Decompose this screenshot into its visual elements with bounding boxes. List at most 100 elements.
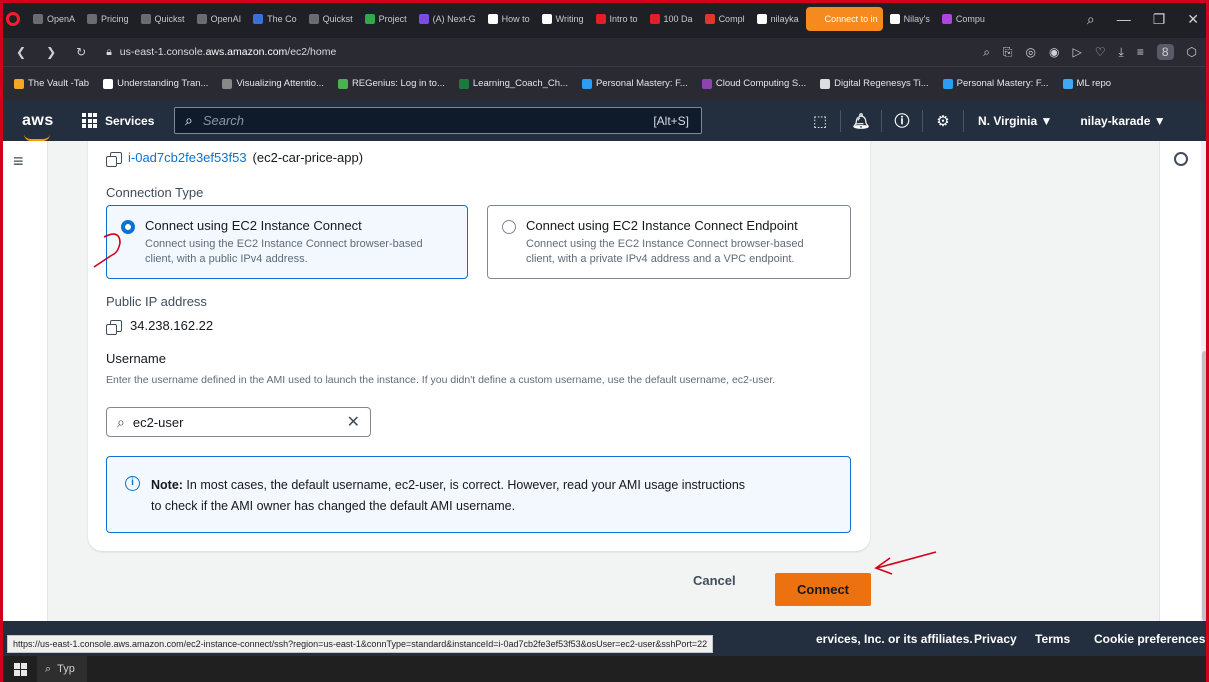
back-icon[interactable]: ❮ bbox=[16, 45, 26, 59]
browser-tab[interactable]: Pricing bbox=[82, 7, 134, 31]
copy-ip-icon[interactable] bbox=[106, 319, 122, 335]
player-icon[interactable]: ▷ bbox=[1073, 45, 1082, 59]
heart-icon[interactable]: ♡ bbox=[1095, 45, 1106, 59]
aws-logo[interactable]: aws bbox=[22, 112, 62, 141]
aws-search-input[interactable]: ⌕ Search [Alt+S] bbox=[174, 107, 702, 134]
taskbar-search[interactable]: ⌕ Typ bbox=[37, 656, 87, 682]
url-field[interactable]: 🔒︎ us-east-1.console.aws.amazon.com/ec2/… bbox=[106, 46, 336, 59]
browser-tab[interactable]: (A) Next-G bbox=[414, 7, 481, 31]
bookmark-item[interactable]: The Vault -Tab bbox=[14, 78, 89, 89]
browser-tab[interactable]: Quickst bbox=[136, 7, 190, 31]
close-window-icon[interactable]: ✕ bbox=[1187, 11, 1199, 28]
browser-tab[interactable]: How to bbox=[483, 7, 535, 31]
browser-tab[interactable]: Nilay's bbox=[885, 7, 935, 31]
url-domain: aws.amazon.com bbox=[205, 46, 288, 58]
tab-favicon-icon bbox=[253, 14, 264, 24]
browser-tab[interactable]: Compu bbox=[937, 7, 990, 31]
download-icon[interactable]: ⤓ bbox=[1119, 45, 1124, 60]
restore-icon[interactable]: ❐ bbox=[1153, 11, 1166, 28]
bookmark-item[interactable]: Visualizing Attentio... bbox=[222, 78, 324, 89]
help-icon[interactable]: ⓘ bbox=[882, 110, 922, 131]
forward-icon[interactable]: ❯ bbox=[46, 45, 56, 59]
console-content: ≡ i-0ad7cb2fe3ef53f53 (ec2-car-price-app… bbox=[0, 141, 1209, 631]
page-scrollbar[interactable] bbox=[1201, 141, 1209, 631]
bookmark-favicon-icon bbox=[222, 78, 233, 89]
bookmark-item[interactable]: Understanding Tran... bbox=[103, 78, 208, 89]
option-title: Connect using EC2 Instance Connect Endpo… bbox=[526, 218, 798, 233]
bookmark-item[interactable]: Personal Mastery: F... bbox=[942, 78, 1049, 89]
tab-favicon-icon bbox=[308, 14, 319, 24]
zoom-icon[interactable]: ⌕ bbox=[983, 45, 990, 60]
tab-label: OpenA bbox=[47, 14, 76, 24]
info-panel-icon[interactable] bbox=[1174, 152, 1188, 166]
bookmark-label: Cloud Computing S... bbox=[715, 78, 807, 89]
camera-icon[interactable]: ◎ bbox=[1026, 45, 1036, 59]
connect-button[interactable]: Connect bbox=[775, 573, 871, 606]
browser-tab-strip: OpenA Pricing Quickst OpenAI The Co Quickst Pr… bbox=[0, 0, 1209, 38]
scrollbar-thumb[interactable] bbox=[1202, 351, 1208, 621]
bookmark-label: Digital Regenesys Ti... bbox=[834, 78, 929, 89]
notifications-bell-icon[interactable]: 🔔︎ bbox=[841, 112, 881, 130]
menu-icon[interactable]: ≡ bbox=[1137, 45, 1144, 59]
note-text-2: to check if the AMI owner has changed th… bbox=[151, 499, 516, 514]
aws-top-nav: aws Services ⌕ Search [Alt+S] ⬚ 🔔︎ ⓘ ⚙ N… bbox=[0, 100, 1209, 141]
extensions-icon[interactable]: ⬡ bbox=[1187, 45, 1197, 59]
search-tabs-icon[interactable]: ⌕ bbox=[1087, 11, 1095, 28]
footer-privacy-link[interactable]: Privacy bbox=[974, 632, 1017, 646]
tab-favicon-icon bbox=[140, 14, 151, 24]
bookmark-item[interactable]: ML repo bbox=[1062, 78, 1112, 89]
tab-label: Nilay's bbox=[903, 14, 930, 24]
link-hover-status: https://us-east-1.console.aws.amazon.com… bbox=[7, 635, 714, 653]
browser-tab[interactable]: Intro to bbox=[591, 7, 643, 31]
opera-logo-icon[interactable] bbox=[6, 12, 20, 26]
footer-terms-link[interactable]: Terms bbox=[1035, 632, 1070, 646]
vpn-icon[interactable]: ◉ bbox=[1049, 45, 1059, 59]
settings-gear-icon[interactable]: ⚙ bbox=[923, 112, 963, 130]
bookmark-favicon-icon bbox=[1062, 78, 1073, 89]
username-input[interactable]: ⌕ ec2-user ✕ bbox=[106, 407, 371, 437]
hamburger-menu-icon[interactable]: ≡ bbox=[13, 151, 24, 172]
snapshot-icon[interactable]: ⎘ bbox=[1003, 45, 1013, 60]
option-instance-connect-endpoint[interactable]: Connect using EC2 Instance Connect Endpo… bbox=[487, 205, 851, 279]
browser-tab[interactable]: The Co bbox=[248, 7, 302, 31]
bookmark-item[interactable]: Personal Mastery: F... bbox=[581, 78, 688, 89]
cancel-button[interactable]: Cancel bbox=[693, 573, 736, 588]
windows-start-icon[interactable] bbox=[14, 662, 27, 676]
browser-tab[interactable]: OpenA bbox=[28, 7, 80, 31]
bookmark-item[interactable]: Learning_Coach_Ch... bbox=[458, 78, 568, 89]
bookmark-label: ML repo bbox=[1076, 78, 1112, 89]
taskbar-search-text: Typ bbox=[57, 663, 75, 675]
copy-instance-id-icon[interactable] bbox=[106, 151, 122, 167]
bookmark-item[interactable]: Cloud Computing S... bbox=[701, 78, 807, 89]
browser-tab[interactable]: Project bbox=[360, 7, 412, 31]
tab-label: The Co bbox=[267, 14, 297, 24]
option-instance-connect[interactable]: Connect using EC2 Instance Connect Conne… bbox=[106, 205, 468, 279]
browser-tab[interactable]: 100 Da bbox=[645, 7, 698, 31]
profile-badge[interactable]: 8 bbox=[1156, 44, 1174, 60]
browser-tab[interactable]: nilayka bbox=[752, 7, 804, 31]
option-desc: client, with a public IPv4 address. bbox=[145, 252, 308, 265]
account-menu[interactable]: nilay-karade ▼ bbox=[1080, 114, 1165, 128]
services-menu-button[interactable]: Services bbox=[82, 113, 154, 128]
reload-icon[interactable]: ↻ bbox=[76, 45, 86, 59]
minimize-icon[interactable]: — bbox=[1117, 11, 1131, 27]
browser-tab[interactable]: Quickst bbox=[304, 7, 358, 31]
browser-tab[interactable]: Compl bbox=[700, 7, 750, 31]
left-nav-rail: ≡ bbox=[0, 141, 48, 631]
bookmark-item[interactable]: REGenius: Log in to... bbox=[337, 78, 445, 89]
cloudshell-icon[interactable]: ⬚ bbox=[800, 112, 840, 130]
search-icon: ⌕ bbox=[185, 112, 193, 128]
footer-cookie-link[interactable]: Cookie preferences bbox=[1094, 632, 1205, 646]
clear-input-icon[interactable]: ✕ bbox=[347, 412, 360, 432]
bookmark-favicon-icon bbox=[103, 78, 114, 89]
url-prefix: us-east-1.console. bbox=[119, 46, 206, 58]
browser-tab[interactable]: Writing bbox=[537, 7, 589, 31]
browser-tab[interactable]: Connect to in bbox=[805, 7, 883, 31]
browser-tab[interactable]: OpenAI bbox=[192, 7, 247, 31]
region-selector[interactable]: N. Virginia ▼ bbox=[978, 114, 1052, 128]
radio-instance-connect-endpoint[interactable] bbox=[502, 220, 516, 234]
tab-favicon-icon bbox=[541, 14, 552, 24]
bookmark-item[interactable]: Digital Regenesys Ti... bbox=[820, 78, 929, 89]
instance-id-link[interactable]: i-0ad7cb2fe3ef53f53 bbox=[128, 150, 247, 165]
tab-favicon-icon bbox=[418, 14, 429, 24]
